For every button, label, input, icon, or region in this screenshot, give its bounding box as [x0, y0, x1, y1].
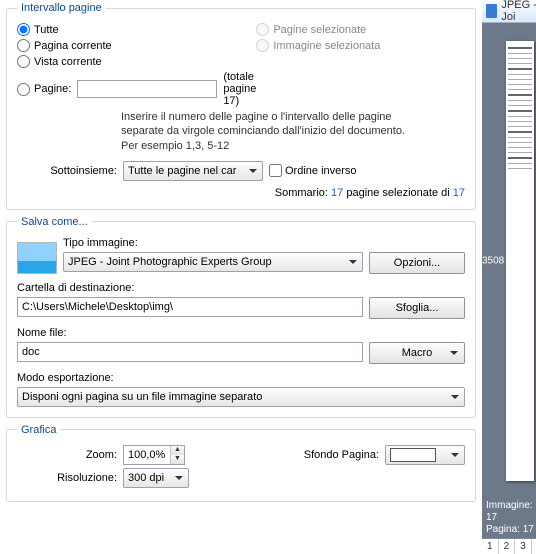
graphics-group: Grafica Zoom: ▲▼ Sfondo Pagina: Risoluzi… — [6, 424, 476, 502]
radio-current-page[interactable] — [17, 39, 30, 52]
label-pages: Pagine: — [34, 83, 71, 95]
subset-select[interactable]: Tutte le pagine nel car — [123, 161, 263, 181]
reverse-checkbox[interactable] — [269, 164, 282, 177]
radio-selected-pages — [256, 23, 269, 36]
export-mode-select[interactable]: Disponi ogni pagina su un file immagine … — [17, 387, 465, 407]
zoom-label: Zoom: — [17, 449, 123, 461]
pages-input[interactable] — [77, 80, 217, 98]
label-all: Tutte — [34, 24, 59, 36]
chevron-down-icon — [450, 351, 458, 359]
radio-selected-image — [256, 39, 269, 52]
image-type-select[interactable]: JPEG - Joint Photographic Experts Group — [63, 252, 363, 272]
radio-all[interactable] — [17, 23, 30, 36]
subset-label: Sottoinsieme: — [17, 165, 123, 177]
pager-3[interactable]: 3 — [515, 539, 532, 554]
pager-2[interactable]: 2 — [499, 539, 516, 554]
reverse-label: Ordine inverso — [285, 165, 357, 177]
pager-4[interactable]: 4 — [532, 539, 536, 554]
label-current-view: Vista corrente — [34, 56, 102, 68]
total-pages-label: (totale pagine 17) — [223, 71, 256, 107]
spinner-down-icon[interactable]: ▼ — [171, 455, 184, 464]
pages-hint: Inserire il numero delle pagine o l'inte… — [121, 110, 465, 153]
radio-current-view[interactable] — [17, 55, 30, 68]
radio-pages[interactable] — [17, 83, 30, 96]
page-range-legend: Intervallo pagine — [17, 2, 106, 14]
page-range-group: Intervallo pagine Tutte Pagina corrente … — [6, 2, 476, 210]
preview-height: 3508 — [482, 255, 504, 266]
summary-text: Sommario: 17 pagine selezionate di 17 — [17, 187, 465, 199]
preview-pager: 1 2 3 4 — [482, 538, 536, 554]
save-as-legend: Salva come... — [17, 216, 92, 228]
export-mode-label: Modo esportazione: — [17, 372, 465, 384]
pager-1[interactable]: 1 — [482, 539, 499, 554]
folder-input[interactable] — [17, 297, 363, 317]
color-swatch — [390, 448, 436, 462]
preview-tab[interactable]: JPEG - Joi — [482, 0, 536, 23]
macro-button[interactable]: Macro — [369, 342, 465, 364]
preview-status: Immagine: 17 Pagina: 17 — [482, 498, 536, 538]
zoom-spinner[interactable]: ▲▼ — [123, 445, 185, 465]
zoom-input[interactable] — [124, 446, 170, 464]
bg-color-select[interactable] — [385, 445, 465, 465]
label-current-page: Pagina corrente — [34, 40, 112, 52]
label-selected-image: Immagine selezionata — [273, 40, 380, 52]
preview-page — [506, 41, 534, 481]
save-as-group: Salva come... Tipo immagine: JPEG - Join… — [6, 216, 476, 418]
browse-button[interactable]: Sfoglia... — [369, 297, 465, 319]
preview-area: 3508 — [482, 23, 536, 498]
jpeg-icon — [486, 4, 497, 18]
label-selected-pages: Pagine selezionate — [273, 24, 366, 36]
res-select[interactable]: 300 dpi — [123, 468, 189, 488]
folder-label: Cartella di destinazione: — [17, 282, 465, 294]
res-label: Risoluzione: — [17, 472, 123, 484]
graphics-legend: Grafica — [17, 424, 60, 436]
filename-label: Nome file: — [17, 327, 465, 339]
image-type-label: Tipo immagine: — [63, 237, 465, 249]
bg-label: Sfondo Pagina: — [304, 449, 385, 461]
filename-input[interactable] — [17, 342, 363, 362]
options-button[interactable]: Opzioni... — [369, 252, 465, 274]
spinner-up-icon[interactable]: ▲ — [171, 446, 184, 455]
image-type-icon — [17, 242, 57, 274]
